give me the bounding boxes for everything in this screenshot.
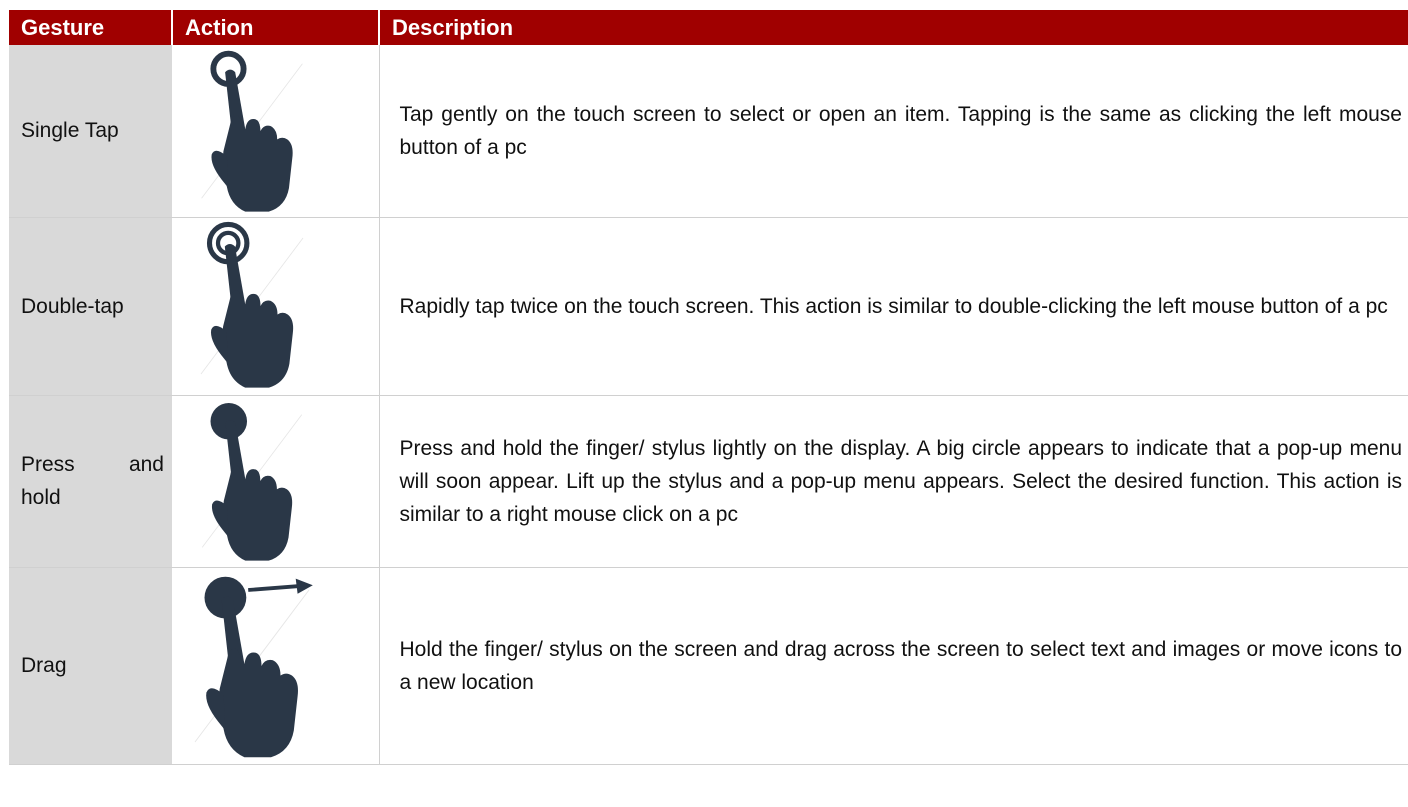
description: Rapidly tap twice on the touch screen. T… [379,217,1408,396]
drag-icon [194,576,313,757]
gesture-name-line-2: hold [21,486,61,509]
gesture-table: Gesture Action Description Single Tap Ta… [9,10,1408,765]
header-description: Description [378,10,1408,45]
description: Hold the finger/ stylus on the screen an… [379,567,1408,765]
action-cell [172,395,380,568]
gesture-name: Press and hold [9,395,172,568]
description: Tap gently on the touch screen to select… [379,45,1408,218]
table-row: Double-tap Rapidly tap twice on the touc… [9,217,1408,396]
table-row: Single Tap Tap gently on the touch scree… [9,45,1408,218]
gesture-name: Single Tap [9,45,172,218]
double-tap-icon [200,221,304,388]
action-cell [172,567,380,765]
table-row: Press and hold Press and hold the finger… [9,395,1408,568]
header-action: Action [171,10,379,45]
table-header-row: Gesture Action Description [9,10,1408,45]
action-cell [172,45,380,218]
table-row: Drag Hold the finger/ stylus on the scre… [9,567,1408,765]
header-gesture: Gesture [9,10,172,45]
action-cell [172,217,380,396]
gesture-name: Drag [9,567,172,765]
gesture-table-container: Gesture Action Description Single Tap Ta… [9,10,1408,765]
gesture-name-line-1: Press and [21,453,164,476]
gesture-name: Double-tap [9,217,172,396]
description: Press and hold the finger/ stylus lightl… [379,395,1408,568]
single-tap-icon [201,50,303,212]
press-and-hold-icon [201,402,303,561]
